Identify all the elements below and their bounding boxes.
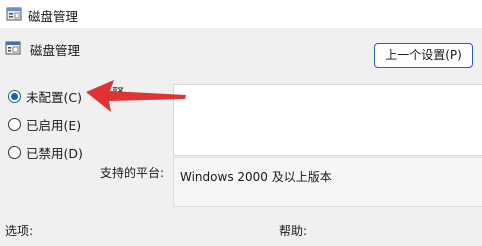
red-arrow-shape <box>86 80 186 112</box>
red-arrow-icon <box>86 80 186 112</box>
